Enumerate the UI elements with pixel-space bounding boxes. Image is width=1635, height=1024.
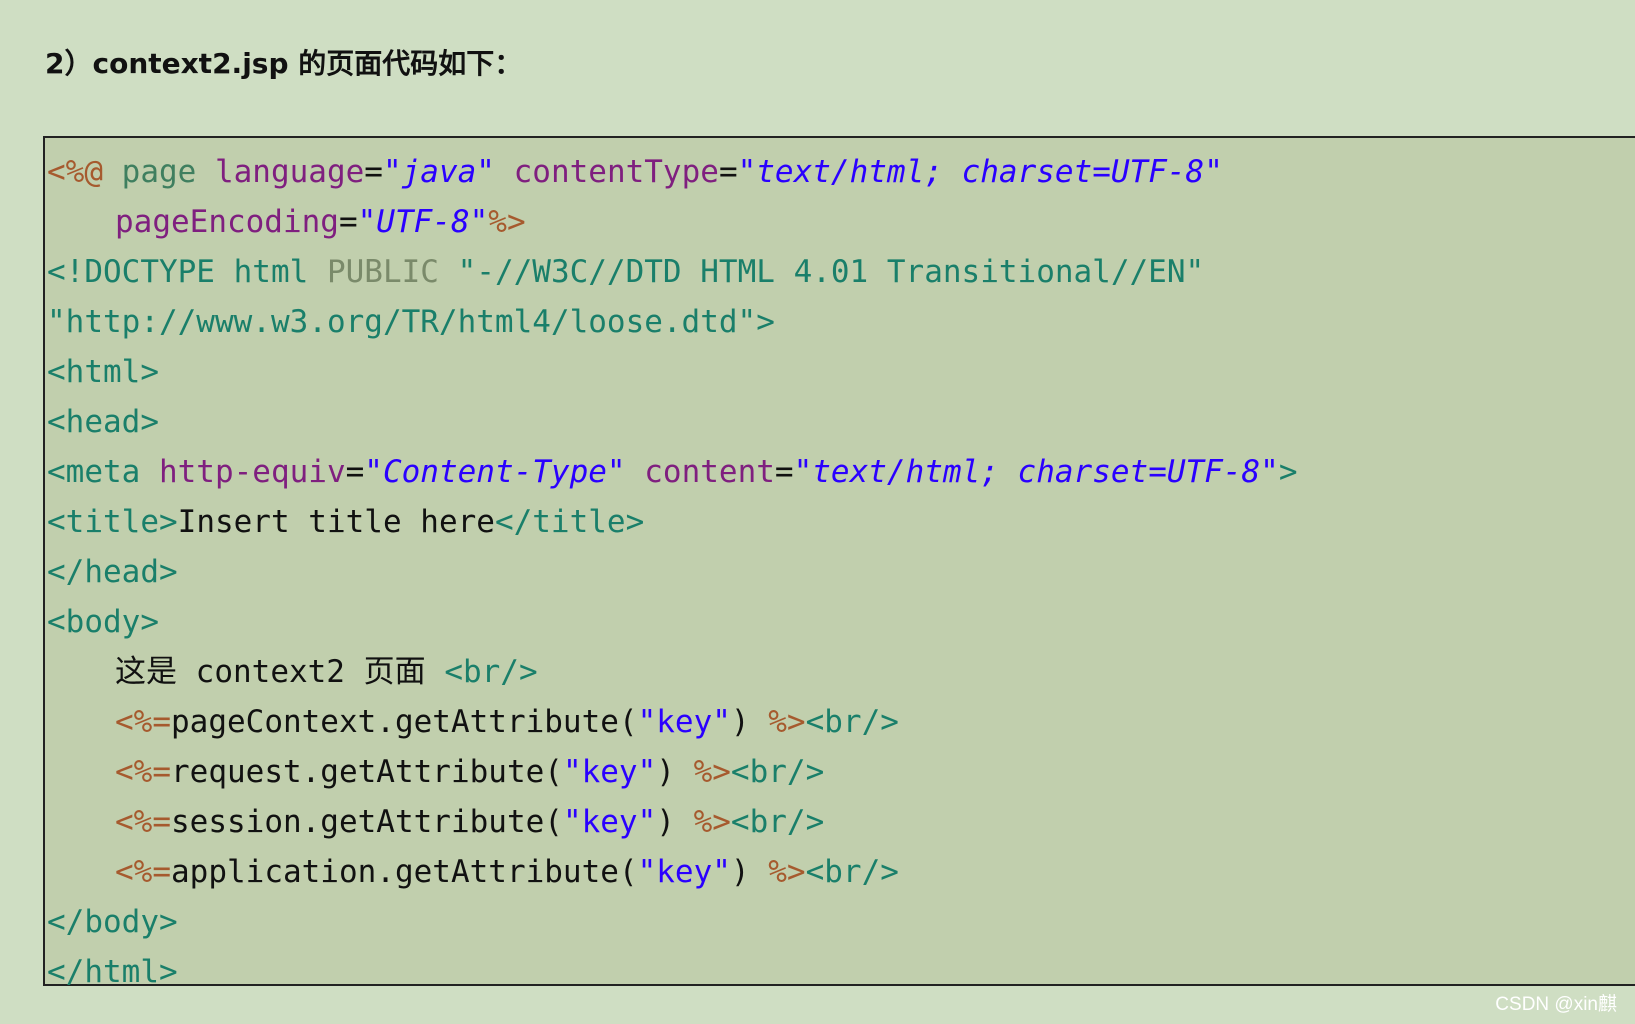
- code-token-tag: </html>: [47, 954, 178, 990]
- code-token-str: "key": [562, 754, 657, 790]
- code-line: <title>Insert title here</title>: [47, 497, 1298, 547]
- code-line: <%@ page language="java" contentType="te…: [47, 147, 1298, 197]
- code-token-tag: >: [1278, 454, 1298, 490]
- code-token-val: "Content-Type": [364, 454, 626, 490]
- code-line: <head>: [47, 397, 1298, 447]
- code-token-attr: pageEncoding: [115, 204, 339, 240]
- code-line: <meta http-equiv="Content-Type" content=…: [47, 447, 1298, 497]
- code-token-directive: %>: [488, 204, 526, 240]
- code-line: <%=session.getAttribute("key") %><br/>: [47, 797, 1298, 847]
- code-token-plain: ): [730, 704, 769, 740]
- code-token-tag: <meta: [47, 454, 159, 490]
- code-token-plain: context2: [177, 654, 364, 690]
- code-token-tag: <br/>: [444, 654, 538, 690]
- code-token-plain: =: [774, 454, 794, 490]
- code-token-val: "text/html; charset=UTF-8": [737, 154, 1223, 190]
- code-line: <body>: [47, 597, 1298, 647]
- code-token-doctype: "http://www.w3.org/TR/html4/loose.dtd">: [47, 304, 775, 340]
- code-token-plain: =: [718, 154, 738, 190]
- watermark: CSDN @xin麒: [1495, 994, 1617, 1015]
- code-token-directive: <%=: [115, 854, 171, 890]
- code-token-tag: </head>: [47, 554, 178, 590]
- code-token-tag: <html>: [47, 354, 159, 390]
- code-token-doctype-kw: PUBLIC: [326, 254, 458, 290]
- code-token-cjk: 这是: [115, 654, 177, 690]
- code-token-tag: <br/>: [730, 754, 825, 790]
- code-token-doctype: <!DOCTYPE html: [47, 254, 327, 290]
- code-listing: <%@ page language="java" contentType="te…: [47, 147, 1298, 997]
- code-token-tag: </title>: [494, 504, 645, 540]
- code-token-directive: <%=: [115, 704, 171, 740]
- code-token-directive: <%=: [115, 804, 171, 840]
- code-token-plain: =: [345, 454, 365, 490]
- code-line: <%=request.getAttribute("key") %><br/>: [47, 747, 1298, 797]
- code-token-attr: content: [644, 454, 775, 490]
- code-token-plain: Insert title here: [177, 504, 495, 540]
- section-heading: 2）context2.jsp 的页面代码如下：: [45, 47, 523, 80]
- code-line: </body>: [47, 897, 1298, 947]
- code-token-tag: <br/>: [805, 704, 899, 740]
- code-token-directive: <%=: [115, 754, 171, 790]
- code-token-tag: <br/>: [805, 854, 899, 890]
- code-line: <!DOCTYPE html PUBLIC "-//W3C//DTD HTML …: [47, 247, 1298, 297]
- code-token-plain: application.getAttribute(: [171, 854, 638, 890]
- code-line: </html>: [47, 947, 1298, 997]
- code-token-plain: =: [364, 154, 383, 190]
- code-line: 这是 context2 页面 <br/>: [47, 647, 1298, 697]
- code-token-attr: http-equiv: [158, 454, 346, 490]
- code-token-tag: <head>: [47, 404, 159, 440]
- code-line: </head>: [47, 547, 1298, 597]
- code-token-directive: <%@: [47, 154, 122, 190]
- code-line: <html>: [47, 347, 1298, 397]
- code-line: "http://www.w3.org/TR/html4/loose.dtd">: [47, 297, 1298, 347]
- code-token-plain: ): [730, 854, 769, 890]
- code-token-tag: <body>: [47, 604, 159, 640]
- code-token-attr: language: [214, 154, 365, 190]
- code-token-directive: %>: [768, 704, 806, 740]
- code-token-val: "java": [382, 154, 495, 190]
- code-block: <%@ page language="java" contentType="te…: [43, 136, 1635, 990]
- code-token-val: "text/html; charset=UTF-8": [793, 454, 1279, 490]
- code-token-val: "UTF-8": [357, 204, 489, 240]
- code-token-plain: =: [338, 204, 358, 240]
- code-line: <%=application.getAttribute("key") %><br…: [47, 847, 1298, 897]
- code-token-directive: %>: [768, 854, 806, 890]
- code-token-directive: %>: [693, 754, 731, 790]
- code-token-kw: page: [121, 154, 215, 190]
- code-token-plain: session.getAttribute(: [171, 804, 563, 840]
- code-token-tag: <title>: [47, 504, 178, 540]
- code-token-tag: <br/>: [730, 804, 825, 840]
- code-token-plain: ): [656, 804, 694, 840]
- code-line: <%=pageContext.getAttribute("key") %><br…: [47, 697, 1298, 747]
- code-token-str: "key": [562, 804, 657, 840]
- code-token-directive: %>: [693, 804, 731, 840]
- code-token-tag: </body>: [47, 904, 178, 940]
- code-token-attr: contentType: [513, 154, 719, 190]
- code-token-plain: ): [656, 754, 694, 790]
- code-token-plain: pageContext.getAttribute(: [171, 704, 638, 740]
- code-token-plain: request.getAttribute(: [171, 754, 563, 790]
- code-line: pageEncoding="UTF-8"%>: [47, 197, 1298, 247]
- code-token-cjk: 页面: [363, 654, 426, 690]
- code-token-str: "key": [637, 854, 731, 890]
- code-token-doctype: "-//W3C//DTD HTML 4.01 Transitional//EN": [457, 254, 1205, 290]
- code-token-str: "key": [637, 704, 731, 740]
